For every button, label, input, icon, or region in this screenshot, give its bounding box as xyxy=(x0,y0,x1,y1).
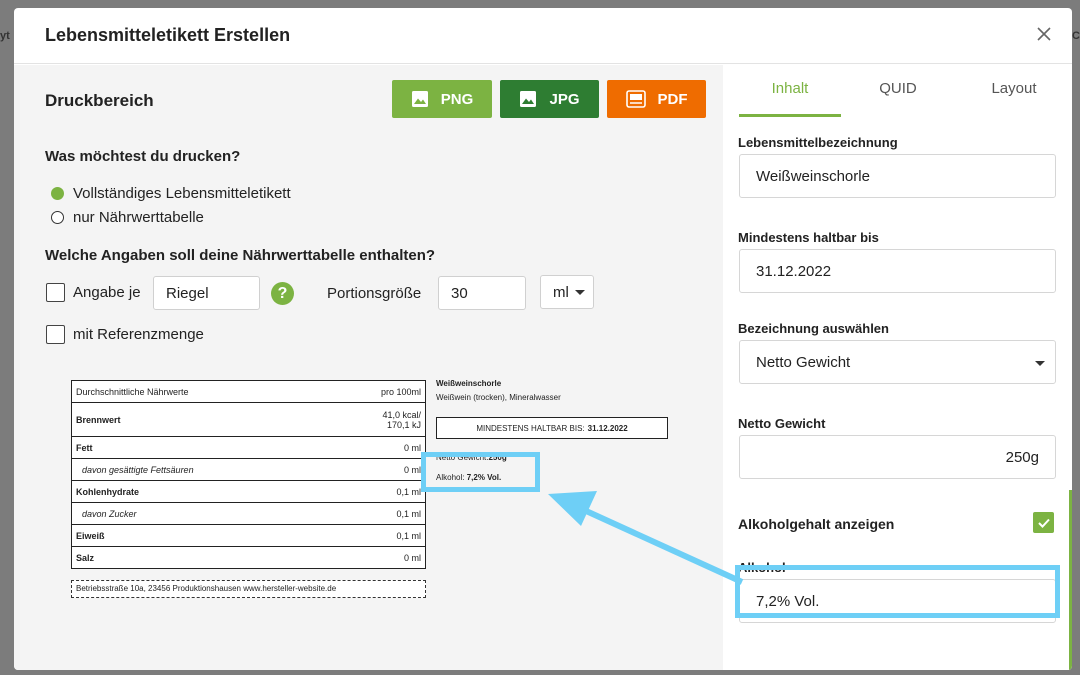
row-label: davon Zucker xyxy=(71,502,328,525)
highlight-box-input xyxy=(735,565,1060,618)
preview-ingredients: Weißwein (trocken), Mineralwasser xyxy=(436,393,561,402)
nutrition-table-preview: Durchschnittliche Nährwerte pro 100ml Br… xyxy=(71,380,426,569)
row-value: 0,1 ml xyxy=(327,502,426,525)
scrollbar[interactable] xyxy=(1069,490,1072,670)
export-jpg-button[interactable]: JPG xyxy=(500,80,599,118)
chevron-down-icon xyxy=(575,290,585,295)
print-area-title: Druckbereich xyxy=(45,91,154,110)
background-logo-fragment: yt xyxy=(0,30,10,42)
image-icon xyxy=(411,91,428,107)
net-weight-field-label: Netto Gewicht xyxy=(738,416,826,431)
table-row: Eiweiß 0,1 ml xyxy=(71,524,426,547)
close-icon xyxy=(1037,27,1051,41)
row-label: Kohlenhydrate xyxy=(71,480,328,503)
row-label: davon gesättigte Fettsäuren xyxy=(71,458,328,481)
table-header-label: Durchschnittliche Nährwerte xyxy=(71,380,328,403)
tab-inhalt[interactable]: Inhalt xyxy=(739,80,841,97)
radio-full-label-option[interactable]: Vollständiges Lebensmitteletikett xyxy=(51,185,291,202)
row-value: 0,1 ml xyxy=(327,524,426,547)
table-row: Salz 0 ml xyxy=(71,546,426,569)
checkmark-icon xyxy=(1037,518,1050,528)
portion-size-label: Portionsgröße xyxy=(327,285,422,302)
print-question: Was möchtest du drucken? xyxy=(45,148,241,165)
export-png-button[interactable]: PNG xyxy=(392,80,492,118)
best-before-date: 31.12.2022 xyxy=(587,423,628,433)
help-icon[interactable]: ? xyxy=(271,282,294,305)
unit-select[interactable]: ml xyxy=(540,275,594,309)
row-value-kcal: 41,0 kcal/ xyxy=(382,409,421,420)
pdf-icon xyxy=(625,90,646,108)
row-label: Eiweiß xyxy=(71,524,328,547)
angabe-je-input[interactable]: Riegel xyxy=(153,276,260,310)
best-before-label: MINDESTENS HALTBAR BIS: xyxy=(476,423,585,433)
best-before-field-label: Mindestens haltbar bis xyxy=(738,230,879,245)
settings-tabs: Inhalt QUID Layout xyxy=(723,65,1072,117)
manufacturer-address: Betriebsstraße 10a, 23456 Produktionshau… xyxy=(71,580,426,598)
net-weight-input[interactable]: 250g xyxy=(739,435,1056,479)
referenz-label: mit Referenzmenge xyxy=(73,326,204,343)
angabe-je-checkbox[interactable] xyxy=(46,283,65,302)
export-jpg-label: JPG xyxy=(549,90,580,108)
print-area-panel: Druckbereich PNG JPG PDF Was möchtest du xyxy=(14,65,723,670)
table-question: Welche Angaben soll deine Nährwerttabell… xyxy=(45,247,436,264)
export-png-label: PNG xyxy=(440,90,474,108)
table-row: Kohlenhydrate 0,1 ml xyxy=(71,480,426,503)
designation-label: Bezeichnung auswählen xyxy=(738,321,889,336)
product-name-input[interactable]: Weißweinschorle xyxy=(739,154,1056,198)
alcohol-toggle-label: Alkoholgehalt anzeigen xyxy=(738,516,895,532)
tab-quid[interactable]: QUID xyxy=(855,80,941,97)
angabe-je-label: Angabe je xyxy=(73,284,141,301)
radio-table-label: nur Nährwerttabelle xyxy=(73,209,204,226)
row-label: Salz xyxy=(71,546,328,569)
radio-table-only-option[interactable]: nur Nährwerttabelle xyxy=(51,209,204,226)
designation-value: Netto Gewicht xyxy=(756,354,851,371)
designation-select[interactable]: Netto Gewicht xyxy=(739,340,1056,384)
chevron-down-icon xyxy=(1035,361,1045,366)
alcohol-toggle-checkbox[interactable] xyxy=(1033,512,1054,533)
best-before-input[interactable]: 31.12.2022 xyxy=(739,249,1056,293)
table-header-row: Durchschnittliche Nährwerte pro 100ml xyxy=(71,380,426,403)
tab-layout[interactable]: Layout xyxy=(971,80,1057,97)
referenz-checkbox[interactable] xyxy=(46,325,65,344)
table-row: Brennwert 41,0 kcal/ 170,1 kJ xyxy=(71,402,426,437)
row-value: 41,0 kcal/ 170,1 kJ xyxy=(327,402,426,437)
unit-select-value: ml xyxy=(553,284,569,301)
export-pdf-button[interactable]: PDF xyxy=(607,80,706,118)
product-name-label: Lebensmittelbezeichnung xyxy=(738,135,898,150)
table-row: davon Zucker 0,1 ml xyxy=(71,502,426,525)
table-row: Fett 0 ml xyxy=(71,436,426,459)
row-value: 0 ml xyxy=(327,458,426,481)
radio-full-label: Vollständiges Lebensmitteletikett xyxy=(73,185,291,202)
dialog-header: Lebensmitteletikett Erstellen xyxy=(14,8,1072,64)
row-value: 0,1 ml xyxy=(327,480,426,503)
row-value: 0 ml xyxy=(327,436,426,459)
row-value: 0 ml xyxy=(327,546,426,569)
row-label: Fett xyxy=(71,436,328,459)
row-value-kj: 170,1 kJ xyxy=(386,419,421,430)
active-tab-indicator xyxy=(739,114,841,117)
close-button[interactable] xyxy=(1032,22,1056,46)
table-row: davon gesättigte Fettsäuren 0 ml xyxy=(71,458,426,481)
background-text-fragment: C xyxy=(1072,30,1080,42)
image-icon xyxy=(520,91,537,107)
dialog-title: Lebensmitteletikett Erstellen xyxy=(45,25,291,45)
table-header-unit: pro 100ml xyxy=(327,380,426,403)
referenz-option[interactable]: mit Referenzmenge xyxy=(46,325,204,344)
export-pdf-label: PDF xyxy=(657,90,688,108)
radio-unselected[interactable] xyxy=(51,211,64,224)
preview-best-before-box: MINDESTENS HALTBAR BIS: 31.12.2022 xyxy=(436,417,668,439)
preview-product-name: Weißweinschorle xyxy=(436,379,502,388)
highlight-box-preview xyxy=(421,452,540,492)
row-label: Brennwert xyxy=(71,402,328,437)
portion-size-input[interactable]: 30 xyxy=(438,276,526,310)
angabe-je-option[interactable]: Angabe je xyxy=(46,283,141,302)
radio-selected[interactable] xyxy=(51,187,64,200)
